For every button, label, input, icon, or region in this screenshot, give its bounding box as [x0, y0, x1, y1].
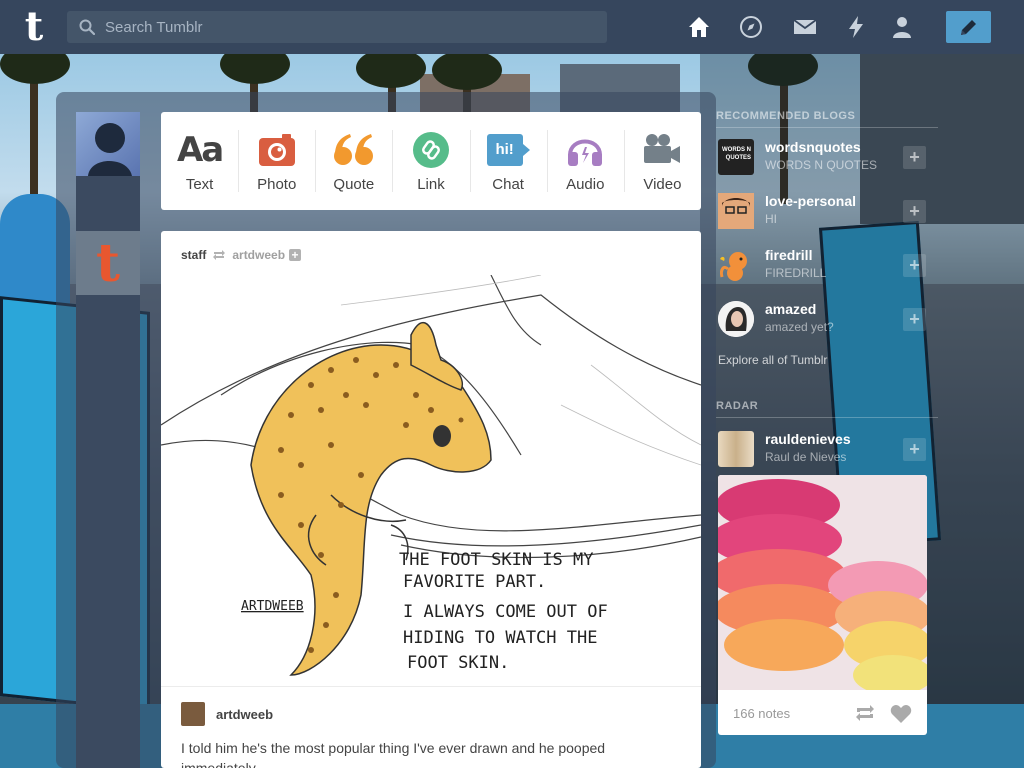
- blog-name[interactable]: love-personal: [765, 193, 856, 209]
- follow-plus-icon[interactable]: +: [289, 249, 302, 261]
- drawing-text-line: FOOT SKIN.: [407, 653, 509, 673]
- post-type-label: Video: [643, 176, 682, 193]
- charmander-avatar-icon: [720, 252, 747, 281]
- recommended-blog[interactable]: WORDS N QUOTES wordsnquotes WORDS N QUOT…: [716, 137, 938, 177]
- blog-subtitle: WORDS N QUOTES: [765, 158, 878, 172]
- blog-subtitle: FIREDRILL: [765, 266, 827, 280]
- recommended-blog[interactable]: love-personal HI +: [716, 191, 938, 231]
- follow-button[interactable]: +: [903, 308, 926, 331]
- recommended-blog[interactable]: amazed amazed yet? +: [716, 299, 938, 339]
- camera-icon: [258, 134, 295, 166]
- radar-heading: RADAR: [716, 394, 938, 418]
- radar-post-image[interactable]: [718, 475, 927, 690]
- post-type-link[interactable]: Link: [392, 112, 469, 210]
- post-type-label: Audio: [566, 176, 605, 193]
- post-type-label: Text: [185, 176, 214, 193]
- headphones-icon: [568, 139, 603, 166]
- blog-avatar: WORDS N QUOTES: [718, 139, 754, 175]
- right-sidebar: RECOMMENDED BLOGS WORDS N QUOTES wordsnq…: [716, 104, 938, 467]
- reblog-icon[interactable]: [854, 704, 876, 722]
- quote-icon: [333, 134, 373, 165]
- post-divider: [161, 686, 701, 687]
- heart-like-icon[interactable]: [890, 704, 912, 724]
- pencil-icon: [961, 20, 976, 35]
- chat-icon: hi!: [486, 130, 530, 170]
- avatar-rail: [76, 112, 140, 768]
- search-bar[interactable]: [67, 11, 607, 43]
- blog-name[interactable]: amazed: [765, 301, 816, 317]
- post-blog-name[interactable]: staff: [181, 248, 206, 262]
- recommended-blog[interactable]: firedrill FIREDRILL +: [716, 245, 938, 285]
- top-header: t: [0, 0, 1024, 54]
- blog-subtitle: amazed yet?: [765, 320, 834, 334]
- author-name[interactable]: artdweeb: [216, 707, 273, 722]
- follow-button[interactable]: +: [903, 146, 926, 169]
- home-icon[interactable]: [687, 15, 711, 39]
- link-icon: [412, 132, 449, 168]
- drawing-text-line: FAVORITE PART.: [403, 572, 546, 592]
- tumblr-logo[interactable]: t: [16, 7, 52, 47]
- cartoon-avatar-icon: [718, 193, 754, 229]
- radar-blog[interactable]: rauldenieves Raul de Nieves +: [716, 429, 938, 469]
- compose-post-button[interactable]: [946, 11, 991, 43]
- author-avatar[interactable]: [181, 702, 205, 726]
- blog-name[interactable]: wordsnquotes: [765, 139, 861, 155]
- reblogged-from-name[interactable]: artdweeb: [232, 248, 285, 262]
- post-caption: I told him he's the most popular thing I…: [181, 740, 606, 768]
- drawing-signature: ARTDWEEB: [241, 599, 304, 614]
- post-type-label: Chat: [492, 176, 524, 193]
- search-input[interactable]: [105, 11, 595, 43]
- post-image-gecko-drawing[interactable]: THE FOOT SKIN IS MY FAVORITE PART. I ALW…: [161, 275, 701, 687]
- post-type-chat[interactable]: hi! Chat: [469, 112, 547, 210]
- drawing-text-line: I ALWAYS COME OUT OF: [403, 602, 608, 622]
- staff-avatar[interactable]: t: [76, 231, 140, 295]
- post-type-quote[interactable]: Quote: [315, 112, 392, 210]
- account-person-icon[interactable]: [890, 15, 914, 39]
- recommended-blogs-heading: RECOMMENDED BLOGS: [716, 104, 938, 128]
- drawing-text-line: HIDING TO WATCH THE: [403, 628, 597, 648]
- post-author[interactable]: artdweeb: [181, 702, 273, 726]
- blog-avatar: [718, 247, 754, 283]
- search-icon: [79, 19, 95, 35]
- text-aa-icon: Aa: [176, 130, 224, 170]
- blog-name[interactable]: firedrill: [765, 247, 812, 263]
- silhouette-icon: [88, 123, 132, 176]
- inbox-mail-icon[interactable]: [793, 15, 817, 39]
- blog-subtitle: HI: [765, 212, 777, 226]
- video-camera-icon: [644, 134, 681, 163]
- post-type-video[interactable]: Video: [623, 112, 701, 210]
- post-card: staff artdweeb + THE FOOT SKIN IS MY FAV…: [161, 231, 701, 768]
- post-type-text[interactable]: Aa Text: [161, 112, 238, 210]
- blog-avatar: [718, 193, 754, 229]
- post-type-label: Quote: [333, 176, 375, 193]
- post-type-photo[interactable]: Photo: [238, 112, 315, 210]
- blog-name[interactable]: rauldenieves: [765, 431, 851, 447]
- explore-compass-icon[interactable]: [739, 15, 763, 39]
- post-type-bar: Aa Text Photo Quote Link hi! Chat Audio …: [161, 112, 701, 210]
- explore-all-link[interactable]: Explore all of Tumblr: [718, 353, 827, 367]
- blog-subtitle: Raul de Nieves: [765, 450, 847, 464]
- post-type-label: Photo: [257, 176, 297, 193]
- follow-button[interactable]: +: [903, 438, 926, 461]
- user-avatar[interactable]: [76, 112, 140, 176]
- notes-count[interactable]: 166 notes: [733, 706, 790, 721]
- activity-lightning-icon[interactable]: [844, 15, 868, 39]
- post-type-label: Link: [417, 176, 445, 193]
- blog-avatar: [718, 431, 754, 467]
- drawing-text-line: THE FOOT SKIN IS MY: [399, 550, 593, 570]
- blog-avatar: [718, 301, 754, 337]
- reblog-icon: [213, 250, 226, 260]
- follow-button[interactable]: +: [903, 200, 926, 223]
- post-header: staff artdweeb +: [181, 247, 302, 263]
- portrait-avatar-icon: [718, 301, 754, 337]
- follow-button[interactable]: +: [903, 254, 926, 277]
- post-type-audio[interactable]: Audio: [546, 112, 624, 210]
- radar-post-card: 166 notes: [718, 475, 927, 735]
